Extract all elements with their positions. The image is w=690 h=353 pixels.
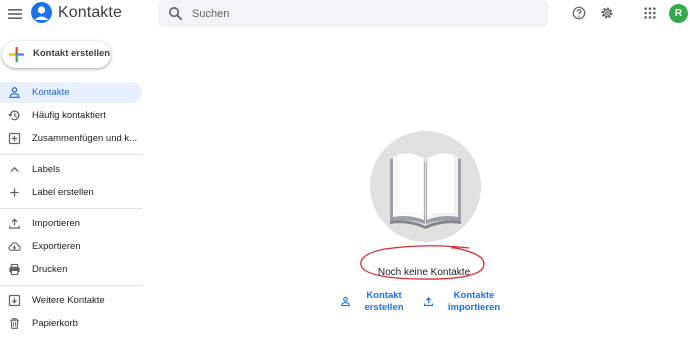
- sidebar-item-label: Papierkorb: [32, 318, 78, 329]
- printer-icon: [9, 263, 20, 276]
- empty-state-text: Noch keine Kontakte: [377, 267, 471, 278]
- sidebar-item-label: Label erstellen: [32, 187, 94, 198]
- menu-icon[interactable]: [6, 5, 24, 23]
- sidebar-item-label: Exportieren: [32, 241, 81, 252]
- import-contacts-link-line1: Kontakte: [453, 290, 495, 301]
- labels-section-toggle[interactable]: Labels: [0, 159, 142, 180]
- import-contacts-link[interactable]: Kontakte importieren: [423, 290, 503, 316]
- archive-person-icon: [8, 294, 21, 307]
- sidebar-item-haeufig[interactable]: Häufig kontaktiert: [0, 105, 142, 126]
- create-contact-button[interactable]: Kontakt erstellen: [2, 41, 111, 68]
- sidebar-item-label: Häufig kontaktiert: [32, 110, 106, 121]
- sidebar-item-label: Zusammenfügen und k...: [32, 133, 138, 144]
- import-contacts-link-line2: importieren: [447, 302, 501, 313]
- trash-icon: [10, 318, 19, 329]
- sidebar-item-merge[interactable]: Zusammenfügen und k...: [0, 128, 142, 149]
- sidebar-item-label: Kontakte: [32, 87, 70, 98]
- search-bar[interactable]: [158, 0, 548, 27]
- apps-grid-icon[interactable]: [643, 6, 657, 20]
- chevron-up-icon: [10, 166, 19, 172]
- sidebar-item-export[interactable]: Exportieren: [0, 236, 142, 257]
- open-book-icon: [390, 152, 461, 229]
- person-icon: [9, 87, 20, 98]
- empty-state-illustration: [370, 131, 481, 242]
- sidebar-item-create-label[interactable]: Label erstellen: [0, 182, 142, 203]
- merge-icon: [8, 132, 21, 145]
- cloud-download-icon: [8, 242, 21, 251]
- create-contact-link-line1: Kontakt: [366, 290, 402, 301]
- sidebar-item-print[interactable]: Drucken: [0, 259, 142, 280]
- create-contact-link-line2: erstellen: [364, 302, 404, 313]
- person-add-icon: [341, 296, 350, 307]
- sidebar-item-label: Labels: [32, 164, 60, 175]
- sidebar-item-label: Weitere Kontakte: [32, 295, 105, 306]
- contacts-logo[interactable]: [31, 2, 52, 23]
- plus-icon: [10, 188, 19, 197]
- upload-icon: [423, 297, 434, 307]
- create-contact-link[interactable]: Kontakt erstellen: [340, 290, 410, 316]
- search-icon[interactable]: [168, 6, 183, 21]
- divider: [0, 285, 142, 286]
- sidebar-item-import[interactable]: Importieren: [0, 213, 142, 234]
- top-bar: Kontakte R: [0, 0, 690, 28]
- divider: [0, 208, 142, 209]
- sidebar-item-trash[interactable]: Papierkorb: [0, 313, 142, 334]
- plus-icon: [9, 47, 24, 62]
- upload-icon: [9, 218, 20, 229]
- sidebar-item-label: Importieren: [32, 218, 81, 229]
- history-icon: [8, 110, 20, 121]
- sidebar-item-kontakte[interactable]: Kontakte: [0, 82, 142, 103]
- gear-icon[interactable]: [600, 6, 614, 20]
- app-title: Kontakte: [58, 4, 122, 21]
- divider: [0, 154, 142, 155]
- avatar[interactable]: R: [669, 4, 688, 23]
- help-icon[interactable]: [572, 6, 586, 20]
- sidebar-item-other-contacts[interactable]: Weitere Kontakte: [0, 290, 142, 311]
- sidebar-item-label: Drucken: [32, 264, 68, 275]
- search-input[interactable]: [192, 4, 532, 23]
- create-contact-label: Kontakt erstellen: [33, 48, 111, 59]
